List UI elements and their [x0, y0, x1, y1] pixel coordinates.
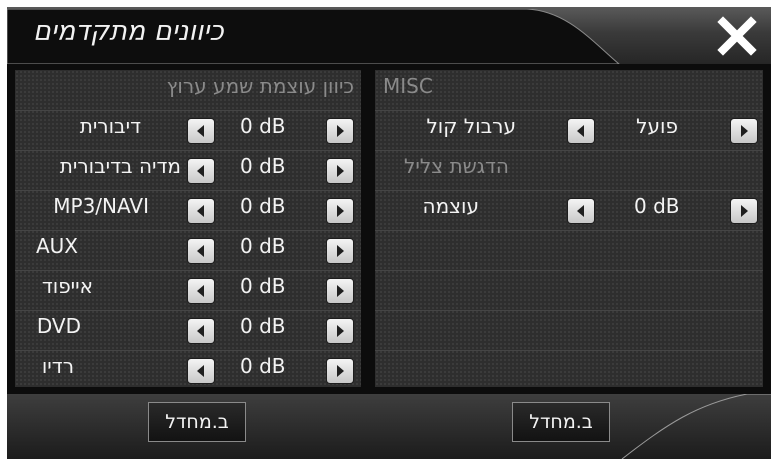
- volume-value: 0 dB: [240, 314, 286, 338]
- decrease-button[interactable]: [188, 279, 214, 303]
- arrow-right-icon: [741, 205, 748, 217]
- arrow-left-icon: [197, 365, 204, 377]
- misc-header-row: MISC: [375, 70, 763, 111]
- arrow-left-icon: [197, 125, 204, 137]
- empty-row: [375, 270, 763, 311]
- mix-value: פועל: [636, 114, 678, 138]
- volume-row-aux: AUX 0 dB: [15, 230, 361, 271]
- gain-decrease-button[interactable]: [568, 199, 594, 223]
- mix-increase-button[interactable]: [731, 119, 757, 143]
- increase-button[interactable]: [327, 359, 353, 383]
- arrow-left-icon: [197, 245, 204, 257]
- channel-default-button[interactable]: ב.מחדל: [148, 402, 246, 442]
- empty-row: [375, 230, 763, 271]
- mix-label: ערבול קול: [426, 114, 516, 138]
- arrow-left-icon: [577, 205, 584, 217]
- volume-value: 0 dB: [240, 234, 286, 258]
- arrow-right-icon: [337, 365, 344, 377]
- close-button[interactable]: [713, 15, 761, 57]
- empty-row: [375, 310, 763, 351]
- volume-row-label: DVD: [36, 314, 81, 338]
- arrow-right-icon: [337, 245, 344, 257]
- volume-row-handsfree: דיבורית 0 dB: [15, 110, 361, 151]
- gain-value: 0 dB: [634, 194, 680, 218]
- arrow-left-icon: [577, 125, 584, 137]
- bottom-bar: ב.מחדל ב.מחדל: [7, 394, 771, 459]
- volume-row-dvd: DVD 0 dB: [15, 310, 361, 351]
- increase-button[interactable]: [327, 319, 353, 343]
- volume-row-label: אייפוד: [41, 274, 93, 298]
- volume-value: 0 dB: [240, 154, 286, 178]
- volume-value: 0 dB: [240, 274, 286, 298]
- volume-value: 0 dB: [240, 194, 286, 218]
- increase-button[interactable]: [327, 159, 353, 183]
- mix-decrease-button[interactable]: [568, 119, 594, 143]
- arrow-left-icon: [197, 205, 204, 217]
- misc-panel: MISC ערבול קול פועל הדגשת צליל עוצמה 0 d…: [375, 70, 763, 387]
- arrow-right-icon: [337, 125, 344, 137]
- gain-label: עוצמה: [422, 194, 479, 218]
- channel-volume-panel: כיוון עוצמת שמע ערוץ דיבורית 0 dB מדיה ב…: [15, 70, 361, 387]
- volume-row-label: רדיו: [41, 354, 74, 378]
- page-title: כיוונים מתקדמים: [33, 16, 224, 47]
- increase-button[interactable]: [327, 239, 353, 263]
- channel-volume-title: כיוון עוצמת שמע ערוץ: [166, 74, 354, 98]
- title-bar: כיוונים מתקדמים: [7, 7, 771, 64]
- arrow-left-icon: [197, 285, 204, 297]
- increase-button[interactable]: [327, 279, 353, 303]
- arrow-right-icon: [741, 125, 748, 137]
- volume-row-label: דיבורית: [79, 114, 141, 138]
- mix-row: ערבול קול פועל: [375, 110, 763, 151]
- arrow-right-icon: [337, 285, 344, 297]
- arrow-left-icon: [197, 165, 204, 177]
- arrow-left-icon: [197, 325, 204, 337]
- volume-row-ipod: אייפוד 0 dB: [15, 270, 361, 311]
- bass-header-row: הדגשת צליל: [375, 150, 763, 191]
- volume-row-media-handsfree: מדיה בדיבורית 0 dB: [15, 150, 361, 191]
- misc-title: MISC: [383, 74, 433, 98]
- screen: כיוונים מתקדמים כיוון עוצמת שמע ערוץ דיב…: [7, 7, 771, 459]
- decrease-button[interactable]: [188, 359, 214, 383]
- decrease-button[interactable]: [188, 159, 214, 183]
- gain-row: עוצמה 0 dB: [375, 190, 763, 231]
- increase-button[interactable]: [327, 119, 353, 143]
- volume-value: 0 dB: [240, 354, 286, 378]
- increase-button[interactable]: [327, 199, 353, 223]
- decrease-button[interactable]: [188, 239, 214, 263]
- volume-row-mp3-navi: MP3/NAVI 0 dB: [15, 190, 361, 231]
- decrease-button[interactable]: [188, 199, 214, 223]
- volume-row-label: מדיה בדיבורית: [59, 154, 181, 178]
- arrow-right-icon: [337, 325, 344, 337]
- bottom-bar-curve: [621, 394, 771, 459]
- gain-increase-button[interactable]: [731, 199, 757, 223]
- bass-title: הדגשת צליל: [404, 154, 509, 178]
- arrow-right-icon: [337, 165, 344, 177]
- channel-volume-header-row: כיוון עוצמת שמע ערוץ: [15, 70, 361, 111]
- volume-value: 0 dB: [240, 114, 286, 138]
- decrease-button[interactable]: [188, 119, 214, 143]
- arrow-right-icon: [337, 205, 344, 217]
- volume-row-radio: רדיו 0 dB: [15, 350, 361, 387]
- volume-row-label: MP3/NAVI: [53, 194, 149, 218]
- volume-row-label: AUX: [35, 234, 78, 258]
- decrease-button[interactable]: [188, 319, 214, 343]
- close-x-icon: [717, 16, 757, 56]
- misc-default-button[interactable]: ב.מחדל: [512, 402, 610, 442]
